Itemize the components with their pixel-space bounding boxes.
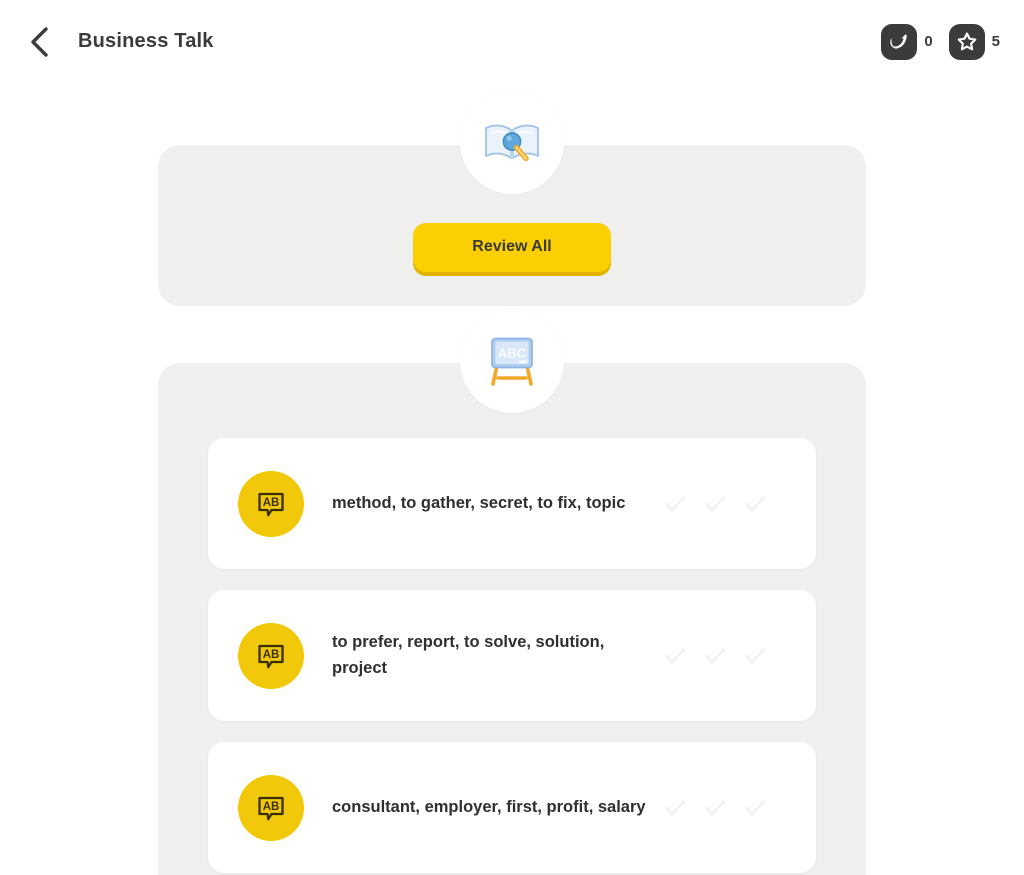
- lesson-emblem: ABC: [460, 309, 564, 413]
- lesson-words: consultant, employer, first, profit, sal…: [332, 797, 646, 816]
- svg-text:AB: AB: [263, 497, 280, 509]
- review-emblem: [460, 90, 564, 194]
- crystal-icon: [887, 30, 911, 54]
- check-icon: [702, 795, 728, 821]
- check-icon: [742, 795, 768, 821]
- crystal-stat[interactable]: 0: [881, 23, 933, 60]
- svg-text:AB: AB: [263, 801, 280, 813]
- crystal-count: 0: [924, 33, 933, 50]
- chevron-left-icon: [28, 26, 50, 58]
- lesson-avatar: AB: [238, 622, 304, 689]
- lesson-row[interactable]: AB to prefer, report, to solve, solution…: [208, 590, 816, 721]
- review-section: Review All: [158, 90, 866, 306]
- book-magnifier-icon: [481, 111, 543, 173]
- check-icon: [662, 491, 688, 517]
- header-stats: 0 5: [881, 23, 1000, 60]
- back-button[interactable]: [18, 21, 60, 63]
- app-header: Business Talk 0 5: [0, 0, 1024, 83]
- lesson-list-section: ABC AB method, to gather, secret, to fix…: [158, 309, 866, 875]
- lesson-progress-checks: [662, 643, 790, 669]
- lesson-avatar: AB: [238, 774, 304, 841]
- star-stat[interactable]: 5: [948, 23, 1000, 60]
- abc-board-icon: ABC: [481, 330, 543, 392]
- page-title: Business Talk: [78, 30, 214, 52]
- star-icon: [955, 30, 979, 54]
- check-icon: [662, 643, 688, 669]
- ab-speech-bubble-icon: AB: [253, 486, 289, 522]
- crystal-badge: [881, 23, 918, 60]
- star-count: 5: [991, 33, 1000, 50]
- lesson-words: method, to gather, secret, to fix, topic: [332, 493, 626, 512]
- lesson-progress-checks: [662, 795, 790, 821]
- review-all-button[interactable]: Review All: [413, 223, 611, 272]
- lesson-avatar: AB: [238, 470, 304, 537]
- check-icon: [742, 643, 768, 669]
- page-content: Review All ABC AB method, to gather, sec…: [0, 90, 1024, 875]
- svg-text:AB: AB: [263, 649, 280, 661]
- lesson-row[interactable]: AB consultant, employer, first, profit, …: [208, 742, 816, 873]
- lesson-row[interactable]: AB method, to gather, secret, to fix, to…: [208, 438, 816, 569]
- check-icon: [742, 491, 768, 517]
- ab-speech-bubble-icon: AB: [253, 790, 289, 826]
- star-badge: [948, 23, 985, 60]
- lesson-progress-checks: [662, 491, 790, 517]
- lesson-list-card: AB method, to gather, secret, to fix, to…: [158, 363, 866, 875]
- ab-speech-bubble-icon: AB: [253, 638, 289, 674]
- check-icon: [702, 491, 728, 517]
- lesson-words: to prefer, report, to solve, solution, p…: [332, 632, 605, 677]
- check-icon: [662, 795, 688, 821]
- svg-text:ABC: ABC: [498, 346, 527, 361]
- check-icon: [702, 643, 728, 669]
